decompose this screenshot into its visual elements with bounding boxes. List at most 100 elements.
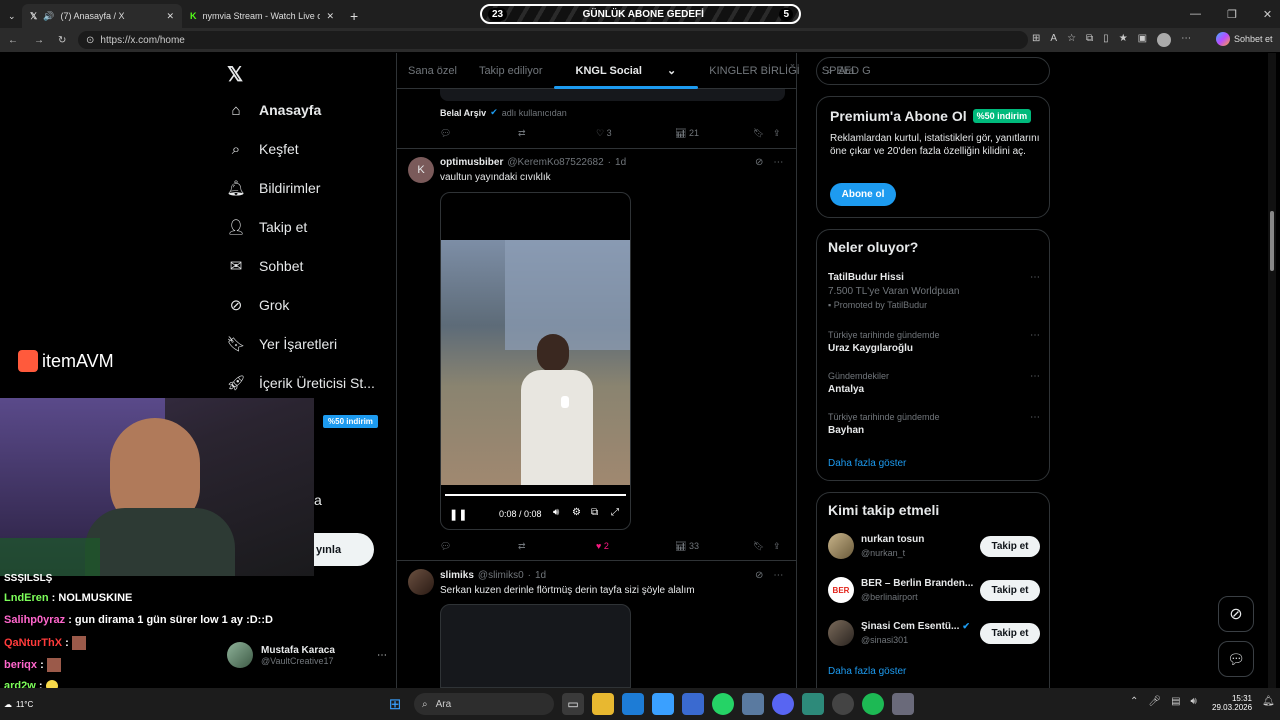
favorite-star-icon[interactable]: ☆ [1067, 33, 1076, 47]
maximize-icon[interactable]: ❐ [1227, 8, 1237, 21]
read-aloud-icon[interactable]: A [1050, 33, 1057, 47]
more-menu-icon[interactable]: ⋯ [1181, 33, 1191, 47]
sidebar-item-home[interactable]: ⌂ Anasayfa [227, 101, 321, 119]
grok-float-button[interactable]: ⊘ [1218, 596, 1254, 632]
follow-suggestion[interactable]: BER BER – Berlin Branden... @berlinairpo… [828, 577, 1040, 605]
avatar[interactable] [408, 569, 434, 595]
settings-gear-icon[interactable]: ⚙ [572, 507, 581, 518]
fullscreen-icon[interactable]: ⤢ [611, 507, 619, 518]
follow-suggestion[interactable]: nurkan tosun @nurkan_t Takip et [828, 533, 1040, 561]
reload-icon[interactable]: ↻ [58, 35, 66, 46]
tab-kingler-birligi[interactable]: KINGLER BİRLİĞİ [698, 65, 810, 77]
x-logo-icon[interactable]: 𝕏 [227, 62, 243, 87]
apps-icon[interactable]: ⊞ [1032, 33, 1040, 47]
close-tab-icon[interactable]: ✕ [166, 11, 174, 22]
sidebar-item-creator-studio[interactable]: 🚀︎ İçerik Üreticisi St... [226, 374, 374, 392]
views-button[interactable]: 📊︎ 33 [675, 541, 699, 552]
page-scrollbar[interactable] [1268, 53, 1276, 688]
speaker-icon[interactable]: 🔊 [43, 11, 54, 22]
task-view-icon[interactable]: ▭ [562, 693, 584, 715]
grok-icon[interactable]: ⊘ [755, 570, 763, 581]
url-field[interactable]: ⊙ https://x.com/home [78, 31, 1028, 49]
grok-icon[interactable]: ⊘ [755, 157, 763, 168]
more-icon[interactable]: ⋯ [1030, 412, 1040, 423]
collections-icon[interactable]: ▣ [1138, 33, 1147, 47]
like-button[interactable]: ♡ 3 [596, 128, 612, 139]
forward-icon[interactable]: → [34, 35, 44, 46]
reply-icon[interactable]: 💬︎ [440, 541, 451, 552]
more-icon[interactable]: ⋯ [773, 570, 783, 581]
discord-icon[interactable] [772, 693, 794, 715]
like-button[interactable]: ♥ 2 [596, 541, 609, 551]
close-window-icon[interactable]: ✕ [1263, 8, 1272, 21]
sidebar-item-follow[interactable]: 👤︎ Takip et [226, 218, 307, 236]
site-info-icon[interactable]: ⊙ [86, 35, 94, 46]
views-button[interactable]: 📊︎ 21 [675, 128, 699, 139]
tab-kngl-social[interactable]: KNGL Social ⌄ [553, 64, 699, 89]
file-explorer-icon[interactable] [592, 693, 614, 715]
video-player[interactable]: ❚❚ 0:08 / 0:08 🔊︎ ⚙ ⧉ ⤢ [440, 192, 631, 530]
obs-icon[interactable] [832, 693, 854, 715]
volume-icon[interactable]: 🔊︎ [553, 507, 559, 518]
mail-app-icon[interactable] [682, 693, 704, 715]
post-time[interactable]: 1d [535, 570, 546, 581]
profile-avatar[interactable] [1157, 33, 1172, 47]
copilot-chat-button[interactable]: Sohbet et [1216, 32, 1273, 46]
tab-kick-stream[interactable]: K nymvia Stream - Watch Live on Kic ✕ [182, 4, 342, 28]
messages-float-button[interactable]: 💬︎ [1218, 641, 1254, 677]
follow-button[interactable]: Takip et [980, 536, 1040, 557]
scrollbar-thumb[interactable] [1270, 211, 1274, 271]
show-more-link[interactable]: Daha fazla göster [828, 458, 906, 469]
tab-for-you[interactable]: Sana özel [397, 65, 468, 77]
volume-icon[interactable]: 🔊︎ [1191, 696, 1197, 707]
follow-button[interactable]: Takip et [980, 580, 1040, 601]
subscribe-button[interactable]: Abone ol [830, 183, 896, 206]
search-input[interactable]: ⌕ Ara [816, 57, 1050, 85]
repost-icon[interactable]: ⇄ [518, 541, 526, 552]
post-media[interactable] [440, 604, 631, 688]
follow-button[interactable]: Takip et [980, 623, 1040, 644]
trend-item[interactable]: Gündemdekiler Antalya ⋯ [828, 371, 1040, 395]
share-icon[interactable]: ⇪ [773, 128, 781, 139]
sidebar-item-bookmarks[interactable]: 🔖︎ Yer İşaretleri [226, 335, 337, 353]
post-author-name[interactable]: optimusbiber [440, 157, 503, 168]
sidebar-item-grok[interactable]: ⊘ Grok [227, 296, 290, 314]
app-icon[interactable] [802, 693, 824, 715]
minimize-icon[interactable]: — [1190, 8, 1201, 20]
more-icon[interactable]: ⋯ [1030, 330, 1040, 341]
video-progress-bar[interactable] [445, 494, 626, 496]
windows-start-icon[interactable]: ⊞ [384, 693, 406, 715]
close-tab-icon[interactable]: ✕ [326, 11, 334, 22]
sidebar-item-notifications[interactable]: 🔔︎ Bildirimler [226, 179, 320, 197]
extensions-icon[interactable]: ⧉ [1086, 33, 1093, 47]
notification-bell-icon[interactable]: 🔔︎ [1262, 696, 1275, 707]
sidebar-item-messages[interactable]: ✉ Sohbet [227, 257, 304, 275]
spotify-icon[interactable] [862, 693, 884, 715]
more-icon[interactable]: ⋯ [1030, 371, 1040, 382]
new-tab-button[interactable]: + [342, 4, 366, 28]
settings-gear-icon[interactable] [892, 693, 914, 715]
follow-suggestion[interactable]: Şinasi Cem Esentü... ✔ @sinasi301 Takip … [828, 620, 1040, 648]
edge-browser-icon[interactable] [622, 693, 644, 715]
more-icon[interactable]: ⋯ [377, 650, 387, 661]
share-icon[interactable]: ⇪ [773, 541, 781, 552]
show-more-link[interactable]: Daha fazla göster [828, 666, 906, 677]
pause-icon[interactable]: ❚❚ [449, 508, 467, 521]
weather-widget[interactable]: ☁ 11°C [0, 690, 60, 718]
favorites-icon[interactable]: ★ [1119, 33, 1128, 47]
trend-item[interactable]: Türkiye tarihinde gündemde Bayhan ⋯ [828, 412, 1040, 436]
app-icon[interactable] [742, 693, 764, 715]
tab-x-home[interactable]: 𝕏 🔊 (7) Anasayfa / X ✕ [22, 4, 182, 28]
trend-item[interactable]: TatilBudur Hissi 7.500 TL'ye Varan World… [828, 272, 1040, 310]
back-icon[interactable]: ← [8, 35, 18, 46]
microphone-icon[interactable]: 🎤︎ [1148, 696, 1161, 707]
chevron-up-icon[interactable]: ⌃ [1130, 696, 1138, 707]
store-icon[interactable] [652, 693, 674, 715]
network-icon[interactable]: ▤ [1171, 696, 1180, 707]
bookmark-icon[interactable]: 🔖︎ [753, 541, 764, 552]
sidebar-item-explore[interactable]: ⌕ Keşfet [227, 140, 299, 158]
repost-icon[interactable]: ⇄ [518, 128, 526, 139]
trend-item[interactable]: Türkiye tarihinde gündemde Uraz Kaygılar… [828, 330, 1040, 354]
post-author-name[interactable]: slimiks [440, 570, 474, 581]
more-icon[interactable]: ⋯ [1030, 272, 1040, 283]
